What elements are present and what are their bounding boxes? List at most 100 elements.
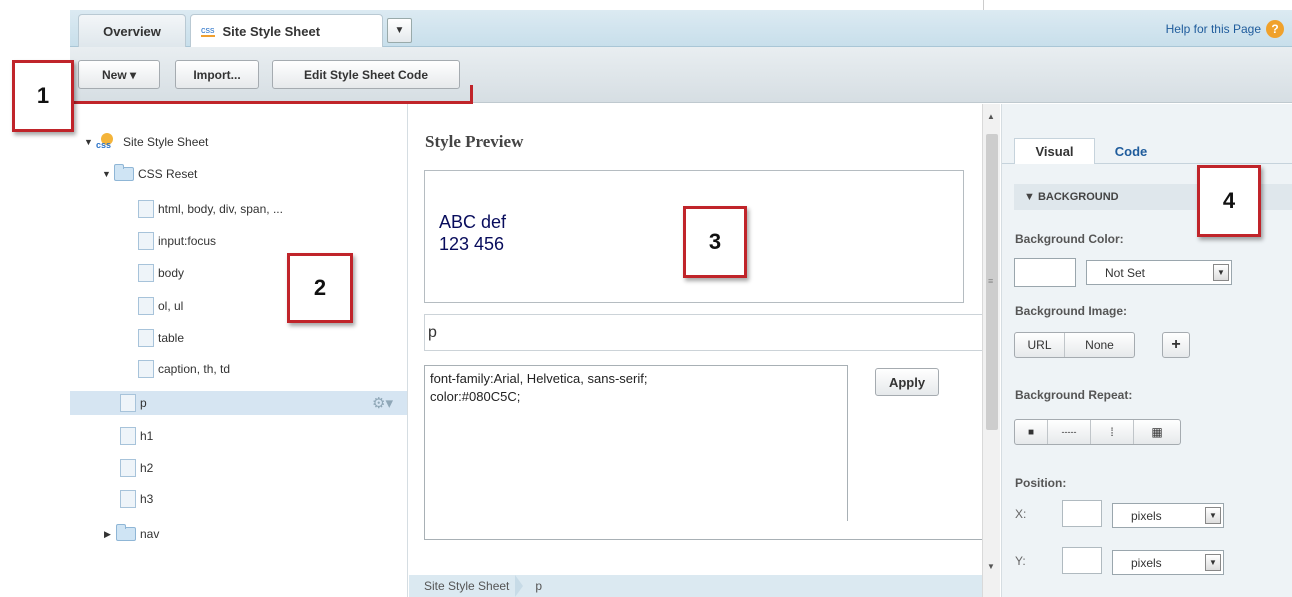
apply-button[interactable]: Apply <box>875 368 939 396</box>
repeat-all-button[interactable]: ▦ <box>1134 420 1180 444</box>
chevron-down-icon[interactable]: ▼ <box>1205 554 1221 571</box>
file-icon <box>138 329 154 347</box>
tree-item-label: input:focus <box>158 234 217 248</box>
expand-arrow-icon[interactable]: ▼ <box>102 169 114 179</box>
import-button[interactable]: Import... <box>175 60 259 89</box>
css-code-editor[interactable]: font-family:Arial, Helvetica, sans-serif… <box>424 365 848 521</box>
add-image-button[interactable]: + <box>1162 332 1190 358</box>
file-icon <box>138 360 154 378</box>
tree-item[interactable]: ol, ul <box>138 296 183 316</box>
tree-item[interactable]: html, body, div, span, ... <box>138 199 283 219</box>
tree-root[interactable]: ▼ css Site Style Sheet <box>84 132 208 152</box>
position-label: Position: <box>1015 476 1067 490</box>
background-color-value: Not Set <box>1105 265 1146 280</box>
expand-arrow-icon[interactable]: ▼ <box>84 137 96 147</box>
tab-code[interactable]: Code <box>1102 138 1160 164</box>
chevron-down-icon[interactable]: ▼ <box>1213 264 1229 281</box>
tab-site-style-sheet-label: Site Style Sheet <box>222 23 321 39</box>
code-line-2: color:#080C5C; <box>430 389 521 404</box>
breadcrumb-item[interactable]: Site Style Sheet <box>424 579 509 593</box>
tab-site-style-sheet[interactable]: css Site Style Sheet <box>190 14 383 47</box>
folder-icon <box>114 164 134 181</box>
tree-item-label: p <box>140 396 147 410</box>
help-icon[interactable]: ? <box>1266 20 1284 38</box>
help-link[interactable]: Help for this Page ? <box>1166 20 1284 38</box>
position-x-label: X: <box>1015 507 1027 521</box>
code-line-1: font-family:Arial, Helvetica, sans-serif… <box>430 371 648 386</box>
editor-panel: Style Preview ABC def 123 456 p font-fam… <box>409 104 982 597</box>
background-color-label: Background Color: <box>1015 232 1124 246</box>
position-x-unit-value: pixels <box>1131 508 1162 523</box>
color-swatch[interactable] <box>1014 258 1076 287</box>
tree-item-label: h2 <box>140 461 154 475</box>
tree-item[interactable]: h1 <box>120 426 153 446</box>
tree-item[interactable]: body <box>138 263 184 283</box>
background-color-select[interactable]: Not Set ▼ <box>1086 260 1232 285</box>
position-y-input[interactable] <box>1062 547 1102 574</box>
tree-folder-nav[interactable]: ▶ nav <box>104 524 159 544</box>
callout-line <box>74 101 473 104</box>
style-preview-title: Style Preview <box>425 132 524 151</box>
new-button[interactable]: New ▾ <box>78 60 160 89</box>
position-y-label: Y: <box>1015 554 1026 568</box>
position-y-unit-value: pixels <box>1131 555 1162 570</box>
chevron-down-icon[interactable]: ▼ <box>1205 507 1221 524</box>
preview-line-2: 123 456 <box>439 234 505 254</box>
breadcrumb: Site Style Sheet p <box>409 575 982 597</box>
background-repeat-buttons: ■ ----- ⁞ ▦ <box>1014 419 1181 445</box>
tree-item[interactable]: h3 <box>120 489 153 509</box>
callout-line <box>470 85 473 104</box>
tree-item[interactable]: input:focus <box>138 231 216 251</box>
tab-visual[interactable]: Visual <box>1014 138 1095 164</box>
background-image-label: Background Image: <box>1015 304 1128 318</box>
position-y-unit-select[interactable]: pixels ▼ <box>1112 550 1224 575</box>
scroll-thumb[interactable]: ≡ <box>986 134 998 430</box>
help-label[interactable]: Help for this Page <box>1166 22 1261 36</box>
tree-item-selected[interactable]: p ⚙▾ <box>70 391 407 415</box>
breadcrumb-separator <box>515 575 524 597</box>
css-icon: css <box>201 24 215 37</box>
style-tree-panel: ▼ css Site Style Sheet ▼ CSS Reset html,… <box>70 104 408 597</box>
preview-line-1: ABC def <box>439 212 507 232</box>
selector-input[interactable]: p <box>424 314 982 351</box>
tree-item[interactable]: h2 <box>120 458 153 478</box>
edit-style-sheet-code-button[interactable]: Edit Style Sheet Code <box>272 60 460 89</box>
repeat-x-button[interactable]: ----- <box>1048 420 1091 444</box>
tab-bar: Overview css Site Style Sheet ▼ Help for… <box>70 10 1292 47</box>
scroll-up-icon[interactable]: ▲ <box>987 112 995 121</box>
background-image-buttons: URL None <box>1014 332 1135 358</box>
tree-item-label: html, body, div, span, ... <box>158 202 283 216</box>
tab-dropdown-button[interactable]: ▼ <box>387 18 412 43</box>
tree-folder-label: nav <box>140 527 160 541</box>
repeat-y-button[interactable]: ⁞ <box>1091 420 1134 444</box>
scroll-down-icon[interactable]: ▼ <box>987 562 995 571</box>
tree-item[interactable]: table <box>138 328 184 348</box>
breadcrumb-item[interactable]: p <box>535 579 542 593</box>
grip-icon: ≡ <box>988 276 994 286</box>
folder-icon <box>116 524 136 541</box>
position-x-input[interactable] <box>1062 500 1102 527</box>
top-divider <box>983 0 984 10</box>
tab-overview[interactable]: Overview <box>78 14 186 47</box>
file-icon <box>138 200 154 218</box>
position-x-unit-select[interactable]: pixels ▼ <box>1112 503 1224 528</box>
tree-folder-label: CSS Reset <box>138 167 198 181</box>
preview-text: ABC def 123 456 <box>439 211 506 255</box>
file-icon <box>138 297 154 315</box>
file-icon <box>120 394 136 412</box>
url-button[interactable]: URL <box>1015 333 1065 357</box>
file-icon <box>120 459 136 477</box>
callout-3: 3 <box>683 206 747 278</box>
tree-folder-css-reset[interactable]: ▼ CSS Reset <box>102 164 197 184</box>
vertical-scrollbar[interactable]: ▲ ≡ ▼ <box>982 104 1000 597</box>
collapse-arrow-icon[interactable]: ▶ <box>104 529 116 540</box>
gear-icon[interactable]: ⚙▾ <box>372 394 393 412</box>
tree-item-label: table <box>158 331 185 345</box>
tree-item[interactable]: caption, th, td <box>138 359 230 379</box>
toolbar: New ▾ Import... Edit Style Sheet Code <box>70 47 1292 103</box>
style-sheet-icon: css <box>96 133 118 151</box>
repeat-none-button[interactable]: ■ <box>1015 420 1048 444</box>
tree-item-label: h1 <box>140 429 154 443</box>
file-icon <box>120 490 136 508</box>
none-button[interactable]: None <box>1065 333 1134 357</box>
